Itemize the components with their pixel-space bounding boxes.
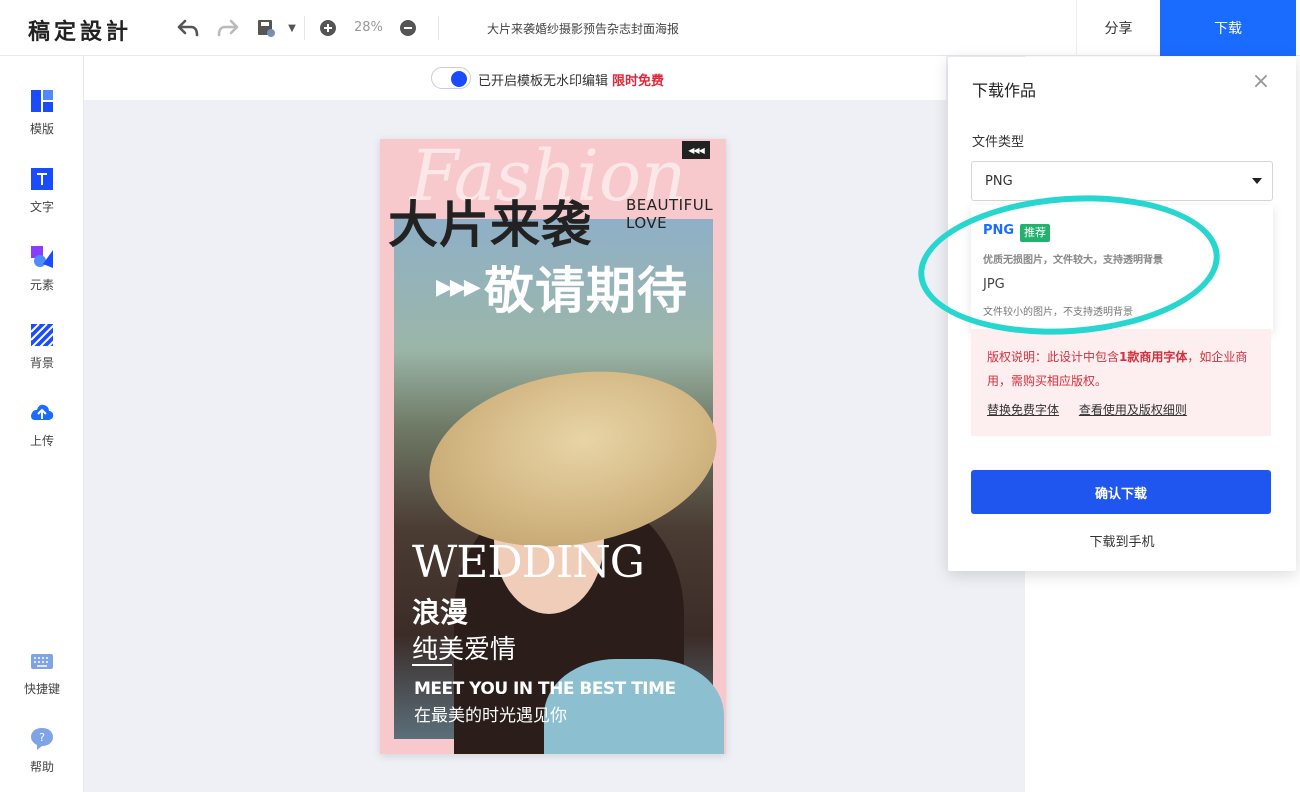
panel-title: 下载作品 — [972, 81, 1037, 100]
file-type-select[interactable]: PNG — [971, 161, 1273, 201]
save-icon[interactable] — [254, 16, 278, 40]
sidebar-item-label: 模版 — [29, 122, 54, 136]
redo-icon[interactable] — [216, 16, 240, 40]
poster-subtitle-text[interactable]: 在最美的时光遇见你 — [414, 701, 567, 726]
confirm-download-button[interactable]: 确认下载 — [971, 470, 1271, 514]
share-button[interactable]: 分享 — [1076, 0, 1160, 56]
elements-icon — [31, 246, 53, 268]
file-type-value: PNG — [985, 174, 1013, 189]
keyboard-icon — [31, 654, 53, 669]
poster-canvas[interactable]: Fashion 大片来袭 BEAUTIFUL LOVE ▶▶▶ 敬请期待 WED… — [380, 139, 726, 754]
sidebar-item-elements[interactable]: 元素 — [0, 244, 84, 308]
sidebar-item-background[interactable]: 背景 — [0, 322, 84, 386]
watermark-label: 已开启模板无水印编辑 — [478, 74, 609, 89]
poster-pure-love-text[interactable]: 纯美爱情 — [412, 629, 516, 666]
copyright-prefix: 版权说明：此设计中包含 — [987, 350, 1120, 364]
replace-free-font-link[interactable]: 替换免费字体 — [987, 403, 1059, 417]
poster-title[interactable]: 大片来袭 — [388, 185, 592, 257]
zoom-level[interactable]: 28% — [354, 20, 383, 35]
poster-beautiful-love[interactable]: BEAUTIFUL LOVE — [626, 196, 713, 232]
text-icon — [31, 168, 53, 190]
sidebar-item-label: 快捷键 — [23, 682, 60, 696]
undo-icon[interactable] — [176, 16, 200, 40]
download-button[interactable]: 下载 — [1160, 0, 1296, 56]
sidebar-item-label: 上传 — [29, 434, 54, 448]
save-dropdown-icon[interactable]: ▼ — [280, 16, 304, 40]
copyright-font-count: 1款商用字体 — [1119, 350, 1188, 364]
collapse-toggle-icon[interactable]: ◀◀◀ — [682, 141, 710, 159]
copyright-text: 版权说明：此设计中包含1款商用字体，如企业商用，需购买相应版权。 — [987, 345, 1263, 393]
toolbar-divider — [304, 16, 305, 40]
sidebar-item-label: 背景 — [29, 356, 54, 370]
help-icon: ? — [31, 728, 53, 750]
poster-underline — [412, 664, 452, 666]
top-bar: 稿定設計 ▼ 28% 大片来袭婚纱摄影预告杂志封面海报 分享 下载 — [0, 0, 1300, 56]
poster-romantic-text[interactable]: 浪漫 — [412, 591, 468, 631]
sidebar-item-label: 元素 — [29, 278, 54, 292]
left-sidebar: 模版 文字 元素 背景 上传 快捷键 ? 帮助 — [0, 56, 84, 792]
poster-meet-text[interactable]: MEET YOU IN THE BEST TIME — [414, 679, 676, 699]
zoom-out-icon[interactable] — [396, 16, 420, 40]
view-license-link[interactable]: 查看使用及版权细则 — [1079, 403, 1187, 417]
copyright-links: 替换免费字体 查看使用及版权细则 — [987, 401, 1203, 418]
limited-free-badge: 限时免费 — [612, 74, 665, 89]
template-icon — [31, 90, 53, 112]
arrow-decoration[interactable]: ▶▶▶ — [436, 275, 481, 300]
svg-text:?: ? — [39, 731, 45, 744]
document-title[interactable]: 大片来袭婚纱摄影预告杂志封面海报 — [487, 20, 679, 37]
file-type-label: 文件类型 — [972, 135, 1025, 150]
close-icon[interactable]: × — [1250, 71, 1272, 93]
watermark-bar: 已开启模板无水印编辑 限时免费 — [84, 56, 946, 100]
chevron-down-icon — [1252, 178, 1262, 184]
sidebar-item-upload[interactable]: 上传 — [0, 400, 84, 464]
download-to-phone-link[interactable]: 下载到手机 — [948, 531, 1296, 550]
zoom-in-icon[interactable] — [316, 16, 340, 40]
photo-hat — [415, 350, 726, 568]
photo-shoulder — [544, 659, 724, 754]
beautiful-line: BEAUTIFUL — [626, 196, 714, 214]
sidebar-item-help[interactable]: ? 帮助 — [0, 726, 84, 790]
toolbar-divider — [438, 16, 439, 40]
sidebar-item-shortcuts[interactable]: 快捷键 — [0, 648, 84, 712]
upload-icon — [31, 404, 54, 420]
watermark-toggle[interactable] — [431, 67, 471, 89]
sidebar-item-text[interactable]: 文字 — [0, 166, 84, 230]
poster-expect-text[interactable]: 敬请期待 — [484, 251, 688, 323]
sidebar-item-label: 文字 — [29, 200, 54, 214]
love-line: LOVE — [626, 214, 668, 232]
poster-wedding-text[interactable]: WEDDING — [412, 537, 645, 588]
app-logo[interactable]: 稿定設計 — [28, 14, 132, 46]
sidebar-item-label: 帮助 — [29, 760, 54, 774]
sidebar-item-template[interactable]: 模版 — [0, 88, 84, 152]
watermark-text: 已开启模板无水印编辑 限时免费 — [478, 70, 664, 89]
copyright-notice: 版权说明：此设计中包含1款商用字体，如企业商用，需购买相应版权。 替换免费字体 … — [971, 329, 1271, 436]
background-icon — [30, 323, 55, 348]
